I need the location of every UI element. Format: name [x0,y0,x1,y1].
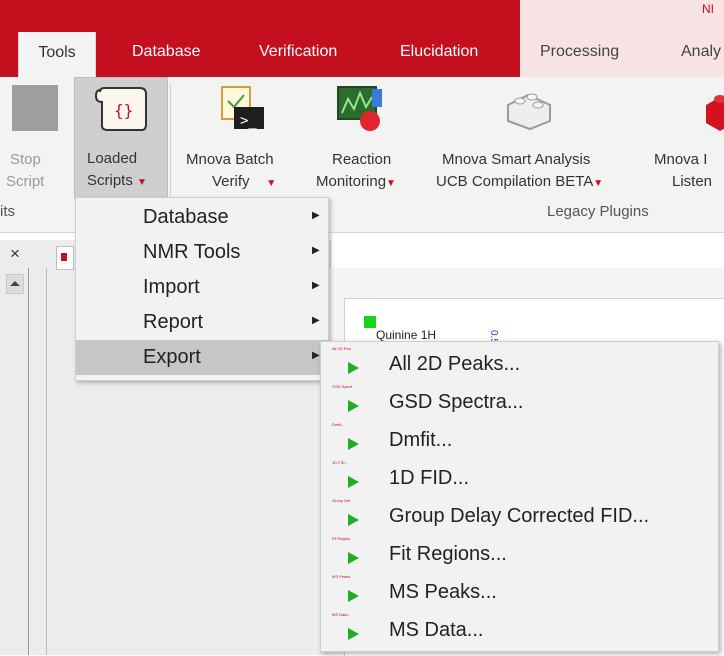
batch-verify-label-1: Mnova Batch [186,151,274,168]
menu-item-database[interactable]: Database ▶ [76,200,328,235]
stop-script-button[interactable]: Stop Script [4,83,62,199]
menu-item-dmfit[interactable]: Dmfit... Dmfit... [321,420,718,458]
tab-processing[interactable]: Processing [540,36,619,74]
menu-item-label: MS Data... [389,619,484,641]
script-thumbnail: Fit Region [332,536,351,541]
red-brick-icon [706,95,724,131]
menu-item-group-delay-corrected-fid[interactable]: Group Del Group Delay Corrected FID... [321,496,718,534]
menu-item-label: Import [143,276,200,298]
submenu-arrow-icon: ▶ [312,245,320,256]
svg-text:{}: {} [114,101,133,120]
smart-analysis-label-2: UCB Compilation BETA▼ [436,173,604,190]
menu-item-1d-fid[interactable]: 1D FID... 1D FID... [321,458,718,496]
dropdown-arrow-icon: ▼ [593,178,604,189]
play-icon [348,628,359,640]
script-thumbnail: 1D FID... [332,460,349,465]
reaction-monitor-icon [337,86,382,131]
menu-item-ms-peaks[interactable]: MS Peaks MS Peaks... [321,572,718,610]
mnova-smart-analysis-button[interactable]: Mnova Smart Analysis UCB Compilation BET… [426,83,646,199]
lego-brick-icon [507,93,551,131]
dropdown-arrow-icon: ▼ [386,178,396,189]
menu-item-label: Group Delay Corrected FID... [389,505,650,527]
stop-script-label-2: Script [6,173,45,190]
reaction-monitoring-label-1: Reaction [332,151,392,168]
script-thumbnail: All 2D Pea [332,346,351,351]
listener-label-1: Mnova I [654,151,708,168]
dropdown-arrow-icon: ▼ [266,178,277,189]
batch-verify-label-2: Verify ▼ [212,173,277,190]
svg-text:>_: >_ [240,113,257,129]
submenu-arrow-icon: ▶ [312,210,320,221]
menu-item-gsd-spectra[interactable]: GSD Spect GSD Spectra... [321,382,718,420]
menu-item-label: All 2D Peaks... [389,353,521,375]
loaded-scripts-label-2: Scripts ▼ [87,172,147,189]
play-icon [348,362,359,374]
ribbon-separator [170,83,171,203]
script-thumbnail: Dmfit... [332,422,345,427]
tab-database[interactable]: Database [132,36,201,74]
spectrum-title: Quinine 1H [376,328,437,342]
menu-item-label: NMR Tools [143,241,241,263]
script-thumbnail: MS Peaks [332,574,351,579]
loaded-scripts-button[interactable]: {} Loaded Scripts ▼ [74,77,168,199]
menu-item-label: Database [143,206,229,228]
play-icon [348,590,359,602]
smart-analysis-label-1: Mnova Smart Analysis [442,151,591,168]
chevron-up-icon [10,281,20,286]
listener-label-2: Listen [672,173,713,190]
reaction-monitoring-label-2: Monitoring▼ [316,173,396,190]
mnova-batch-verify-button[interactable]: >_ Mnova Batch Verify ▼ [182,83,308,199]
menu-item-nmr-tools[interactable]: NMR Tools ▶ [76,235,328,270]
mnova-listener-button[interactable]: Mnova I Listen [652,83,724,199]
menu-item-export[interactable]: Export ▶ [76,340,328,375]
menu-item-label: Dmfit... [389,429,453,451]
menu-item-import[interactable]: Import ▶ [76,270,328,305]
stop-icon [12,85,58,131]
tab-verification[interactable]: Verification [259,36,337,74]
tab-analysis[interactable]: Analy [681,36,721,74]
window-title-fragment: NI [702,2,714,16]
loaded-scripts-label-1: Loaded [87,150,138,167]
export-submenu: All 2D Pea All 2D Peaks... GSD Spect GSD… [320,341,719,652]
dropdown-arrow-icon: ▼ [137,177,147,188]
spectrum-marker [364,316,376,328]
play-icon [348,552,359,564]
tab-tools[interactable]: Tools [18,32,96,77]
panel-divider [46,268,47,655]
tab-elucidation[interactable]: Elucidation [400,36,478,74]
menu-item-label: Report [143,311,204,333]
menu-item-label: GSD Spectra... [389,391,524,413]
ribbon-group-label-scripts: its [0,203,15,220]
ribbon-group-label-legacy: Legacy Plugins [547,203,649,220]
menu-item-all-2d-peaks[interactable]: All 2D Pea All 2D Peaks... [321,344,718,382]
document-tab[interactable] [56,246,74,270]
stop-script-label-1: Stop [10,151,41,168]
menu-item-label: Export [143,346,201,368]
play-icon [348,514,359,526]
reaction-monitoring-button[interactable]: Reaction Monitoring▼ [316,83,420,199]
script-thumbnail: Group Del [332,498,351,503]
script-thumbnail: GSD Spect [332,384,353,389]
script-thumbnail: MS Data.. [332,612,350,617]
submenu-arrow-icon: ▶ [312,315,320,326]
menu-item-fit-regions[interactable]: Fit Region Fit Regions... [321,534,718,572]
play-icon [348,476,359,488]
panel-divider [28,268,29,655]
scroll-up-button[interactable] [6,274,24,294]
document-tab-icon [61,253,67,261]
menu-item-ms-data[interactable]: MS Data.. MS Data... [321,610,718,648]
menu-item-label: MS Peaks... [389,581,497,603]
loaded-scripts-menu: Database ▶ NMR Tools ▶ Import ▶ Report ▶… [75,197,329,381]
menu-item-report[interactable]: Report ▶ [76,305,328,340]
submenu-arrow-icon: ▶ [312,350,320,361]
menu-item-label: Fit Regions... [389,543,507,565]
play-icon [348,400,359,412]
title-bar: NI Tools Database Verification Elucidati… [0,0,724,77]
close-icon[interactable]: × [10,244,20,264]
script-scroll-icon: {} [94,87,147,131]
play-icon [348,438,359,450]
batch-verify-icon: >_ [221,86,264,129]
menu-item-label: 1D FID... [389,467,470,489]
submenu-arrow-icon: ▶ [312,280,320,291]
